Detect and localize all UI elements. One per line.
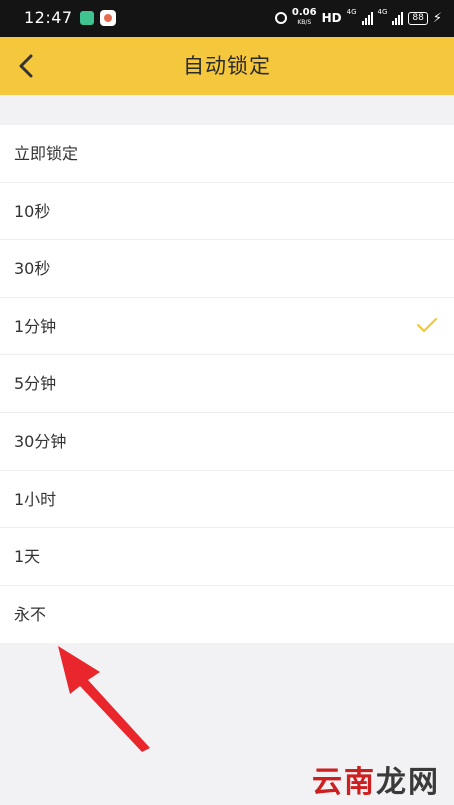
app-header: 自动锁定: [0, 37, 454, 95]
charging-icon: ⚡: [432, 10, 442, 26]
signal-icon-2: [392, 11, 404, 25]
network-speed: 0.06 KB/S: [291, 7, 317, 27]
option-label: 30秒: [14, 259, 51, 279]
option-label: 30分钟: [14, 431, 67, 451]
notification-app-icon: [80, 11, 94, 25]
network-type: 4G: [346, 8, 357, 16]
option-label: 1天: [14, 547, 41, 567]
chevron-left-icon: [19, 54, 33, 78]
status-bar: 12:47 0.06 KB/S HD 4G 4G 88 ⚡: [0, 0, 454, 37]
hd-indicator: HD: [321, 11, 342, 25]
option-label: 10秒: [14, 201, 51, 221]
alarm-icon: [274, 12, 287, 24]
option-10s[interactable]: 10秒: [0, 183, 454, 241]
checkmark-icon: [416, 317, 438, 332]
option-immediate[interactable]: 立即锁定: [0, 125, 454, 183]
option-label: 5分钟: [14, 374, 57, 394]
option-label: 永不: [14, 604, 47, 624]
option-5min[interactable]: 5分钟: [0, 355, 454, 413]
option-30s[interactable]: 30秒: [0, 240, 454, 298]
status-time: 12:47: [24, 8, 73, 27]
lock-options-list: 立即锁定 10秒 30秒 1分钟 5分钟 30分钟 1小时 1天 永不: [0, 125, 454, 644]
notification-app-icon-2: [100, 10, 116, 26]
option-label: 1小时: [14, 489, 57, 509]
option-never[interactable]: 永不: [0, 586, 454, 644]
back-button[interactable]: [12, 51, 42, 81]
option-30min[interactable]: 30分钟: [0, 413, 454, 471]
battery-icon: 88: [408, 11, 428, 25]
option-1min[interactable]: 1分钟: [0, 298, 454, 356]
option-label: 1分钟: [14, 316, 57, 336]
option-1day[interactable]: 1天: [0, 528, 454, 586]
network-type-2: 4G: [377, 8, 388, 16]
page-title: 自动锁定: [183, 54, 271, 78]
watermark-logo: 云南龙网: [312, 765, 440, 800]
option-1hour[interactable]: 1小时: [0, 471, 454, 529]
status-indicators: 0.06 KB/S HD 4G 4G 88 ⚡: [274, 6, 442, 30]
signal-icon: [361, 11, 373, 25]
option-label: 立即锁定: [14, 144, 79, 163]
